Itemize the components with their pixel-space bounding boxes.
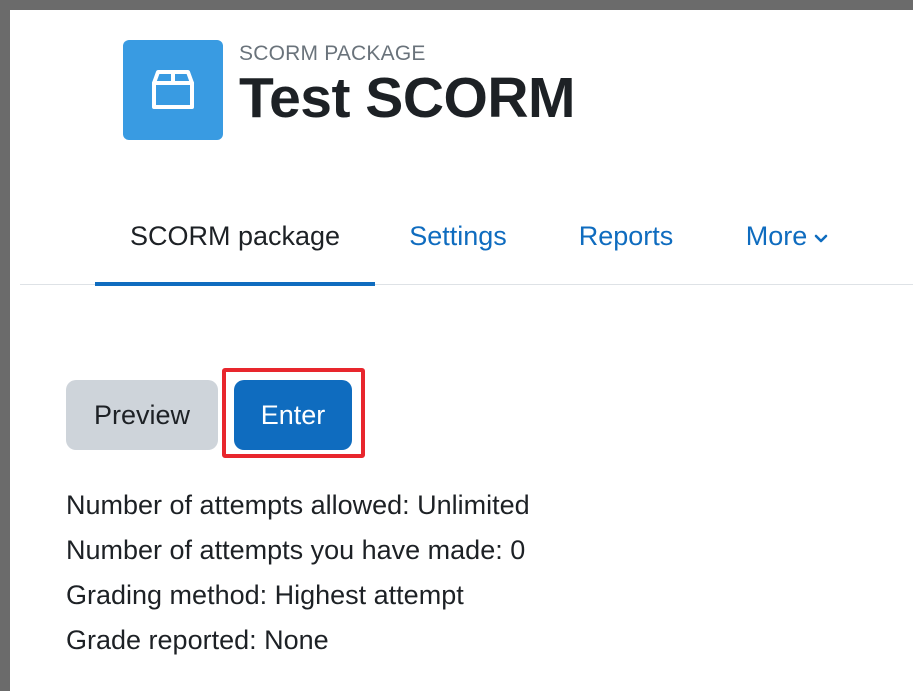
tab-settings[interactable]: Settings bbox=[392, 190, 524, 283]
activity-type-label: SCORM PACKAGE bbox=[239, 42, 426, 66]
page-title: Test SCORM bbox=[239, 66, 575, 131]
page-header: SCORM PACKAGE Test SCORM bbox=[123, 40, 575, 140]
tab-label: SCORM package bbox=[129, 221, 341, 251]
attempts-made-text: Number of attempts you have made: 0 bbox=[66, 535, 526, 565]
window-frame-top bbox=[0, 0, 913, 10]
enter-button[interactable]: Enter bbox=[234, 380, 352, 450]
tab-reports[interactable]: Reports bbox=[563, 190, 689, 283]
tab-more[interactable]: More bbox=[732, 190, 842, 283]
window-frame-left bbox=[0, 0, 10, 691]
attempts-info: Number of attempts allowed: Unlimited Nu… bbox=[66, 486, 530, 666]
tab-label: Settings bbox=[409, 221, 507, 251]
preview-button[interactable]: Preview bbox=[66, 380, 218, 450]
chevron-down-icon bbox=[814, 234, 828, 242]
secondary-navigation: SCORM package Settings Reports More bbox=[20, 190, 913, 286]
attempts-allowed-text: Number of attempts allowed: Unlimited bbox=[66, 490, 530, 520]
grade-reported-text: Grade reported: None bbox=[66, 625, 329, 655]
tab-label: Reports bbox=[578, 221, 674, 251]
window-gutter bbox=[10, 10, 20, 691]
tab-scorm-package[interactable]: SCORM package bbox=[95, 190, 375, 283]
active-tab-indicator bbox=[95, 282, 375, 286]
tab-label: More bbox=[745, 221, 808, 251]
package-box-icon-glyph bbox=[152, 70, 194, 109]
grading-method-text: Grading method: Highest attempt bbox=[66, 580, 464, 610]
title-block: SCORM PACKAGE Test SCORM bbox=[239, 42, 575, 132]
package-box-icon bbox=[123, 40, 223, 140]
